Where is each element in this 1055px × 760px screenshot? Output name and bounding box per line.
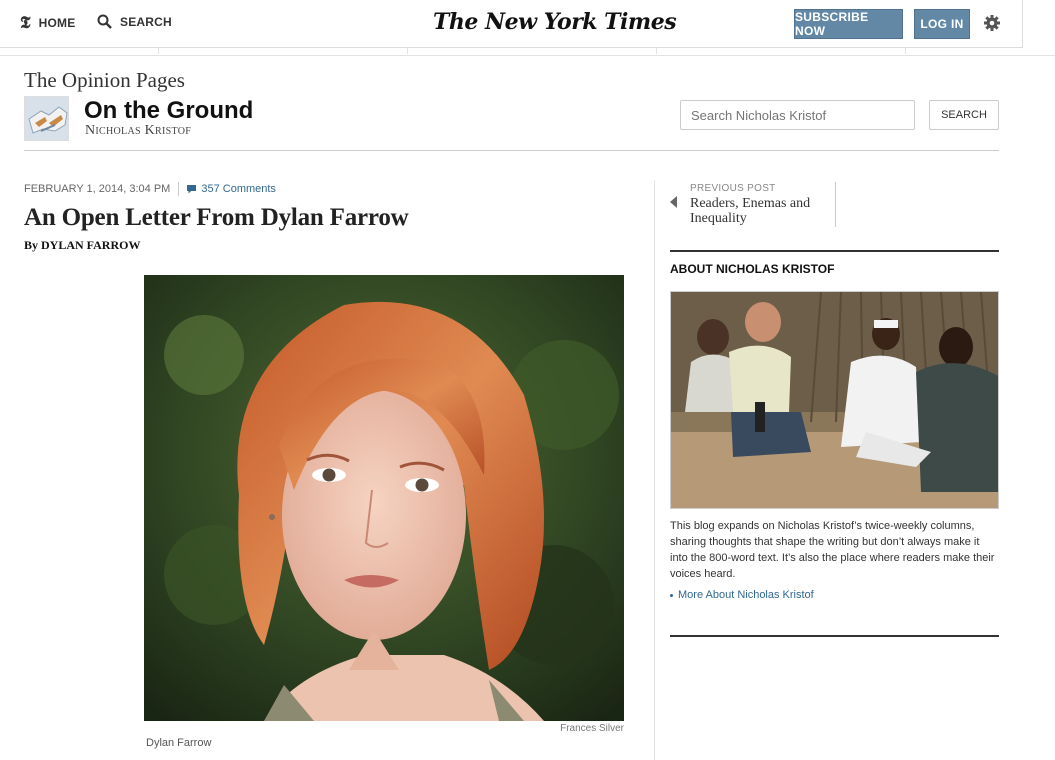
- meta-divider: [178, 182, 180, 196]
- section-nav-divider: [407, 48, 408, 54]
- sidebar-divider: [670, 250, 999, 252]
- article-date: FEBRUARY 1, 2014, 3:04 PM: [24, 183, 171, 195]
- comment-icon: [187, 184, 197, 193]
- section-title[interactable]: The Opinion Pages: [24, 68, 185, 93]
- section-nav-divider: [905, 48, 906, 54]
- section-nav-divider: [656, 48, 657, 54]
- article-photo: [144, 275, 624, 721]
- search-label: SEARCH: [120, 14, 172, 29]
- blog-logo-image: [25, 97, 68, 140]
- portrait-image: [144, 275, 624, 721]
- home-label: HOME: [38, 16, 76, 30]
- article-byline: By DYLAN FARROW: [24, 238, 141, 252]
- photo-credit: Frances Silver: [560, 723, 624, 734]
- home-link[interactable]: 𝕿 HOME: [20, 14, 75, 32]
- author-photo-image: [671, 292, 998, 508]
- blog-search-button[interactable]: SEARCH: [929, 100, 999, 130]
- blog-logo[interactable]: [24, 96, 69, 141]
- subscribe-button[interactable]: SUBSCRIBE NOW: [794, 9, 903, 39]
- nyt-logo[interactable]: The New York Times: [433, 9, 677, 35]
- arrow-left-icon: [670, 196, 677, 208]
- more-about-link[interactable]: More About Nicholas Kristof: [670, 589, 814, 601]
- photo-caption: Dylan Farrow: [146, 737, 212, 749]
- comments-count: 357 Comments: [201, 183, 276, 195]
- about-heading: ABOUT NICHOLAS KRISTOF: [670, 262, 835, 276]
- header-divider: [24, 150, 999, 151]
- blog-author[interactable]: Nicholas Kristof: [85, 123, 191, 139]
- masthead: 𝕿 HOME SEARCH The New York Times SUBSCRI…: [0, 0, 1022, 48]
- author-photo: [670, 291, 999, 509]
- blog-search-input[interactable]: [680, 100, 915, 130]
- previous-post-link[interactable]: PREVIOUS POST Readers, Enemas and Inequa…: [670, 182, 836, 227]
- comments-link[interactable]: 357 Comments: [187, 183, 276, 195]
- nyt-t-icon: 𝕿: [20, 13, 31, 33]
- previous-post-label: PREVIOUS POST: [690, 183, 776, 194]
- article-headline: An Open Letter From Dylan Farrow: [24, 204, 409, 231]
- section-nav-divider: [158, 48, 159, 54]
- search-icon: [97, 14, 112, 29]
- about-description: This blog expands on Nicholas Kristof’s …: [670, 520, 995, 580]
- column-divider: [654, 180, 655, 760]
- bullet-icon: [670, 593, 673, 597]
- blog-title[interactable]: On the Ground: [84, 97, 253, 125]
- masthead-divider: [1022, 0, 1023, 48]
- more-about-label: More About Nicholas Kristof: [678, 589, 814, 601]
- login-button[interactable]: LOG IN: [914, 9, 970, 39]
- sidebar-bottom-divider: [670, 635, 999, 637]
- search-link[interactable]: SEARCH: [97, 14, 172, 29]
- previous-post-title: Readers, Enemas and Inequality: [690, 196, 811, 226]
- article-meta: FEBRUARY 1, 2014, 3:04 PM 357 Comments: [24, 182, 276, 196]
- gear-icon[interactable]: [983, 14, 1001, 32]
